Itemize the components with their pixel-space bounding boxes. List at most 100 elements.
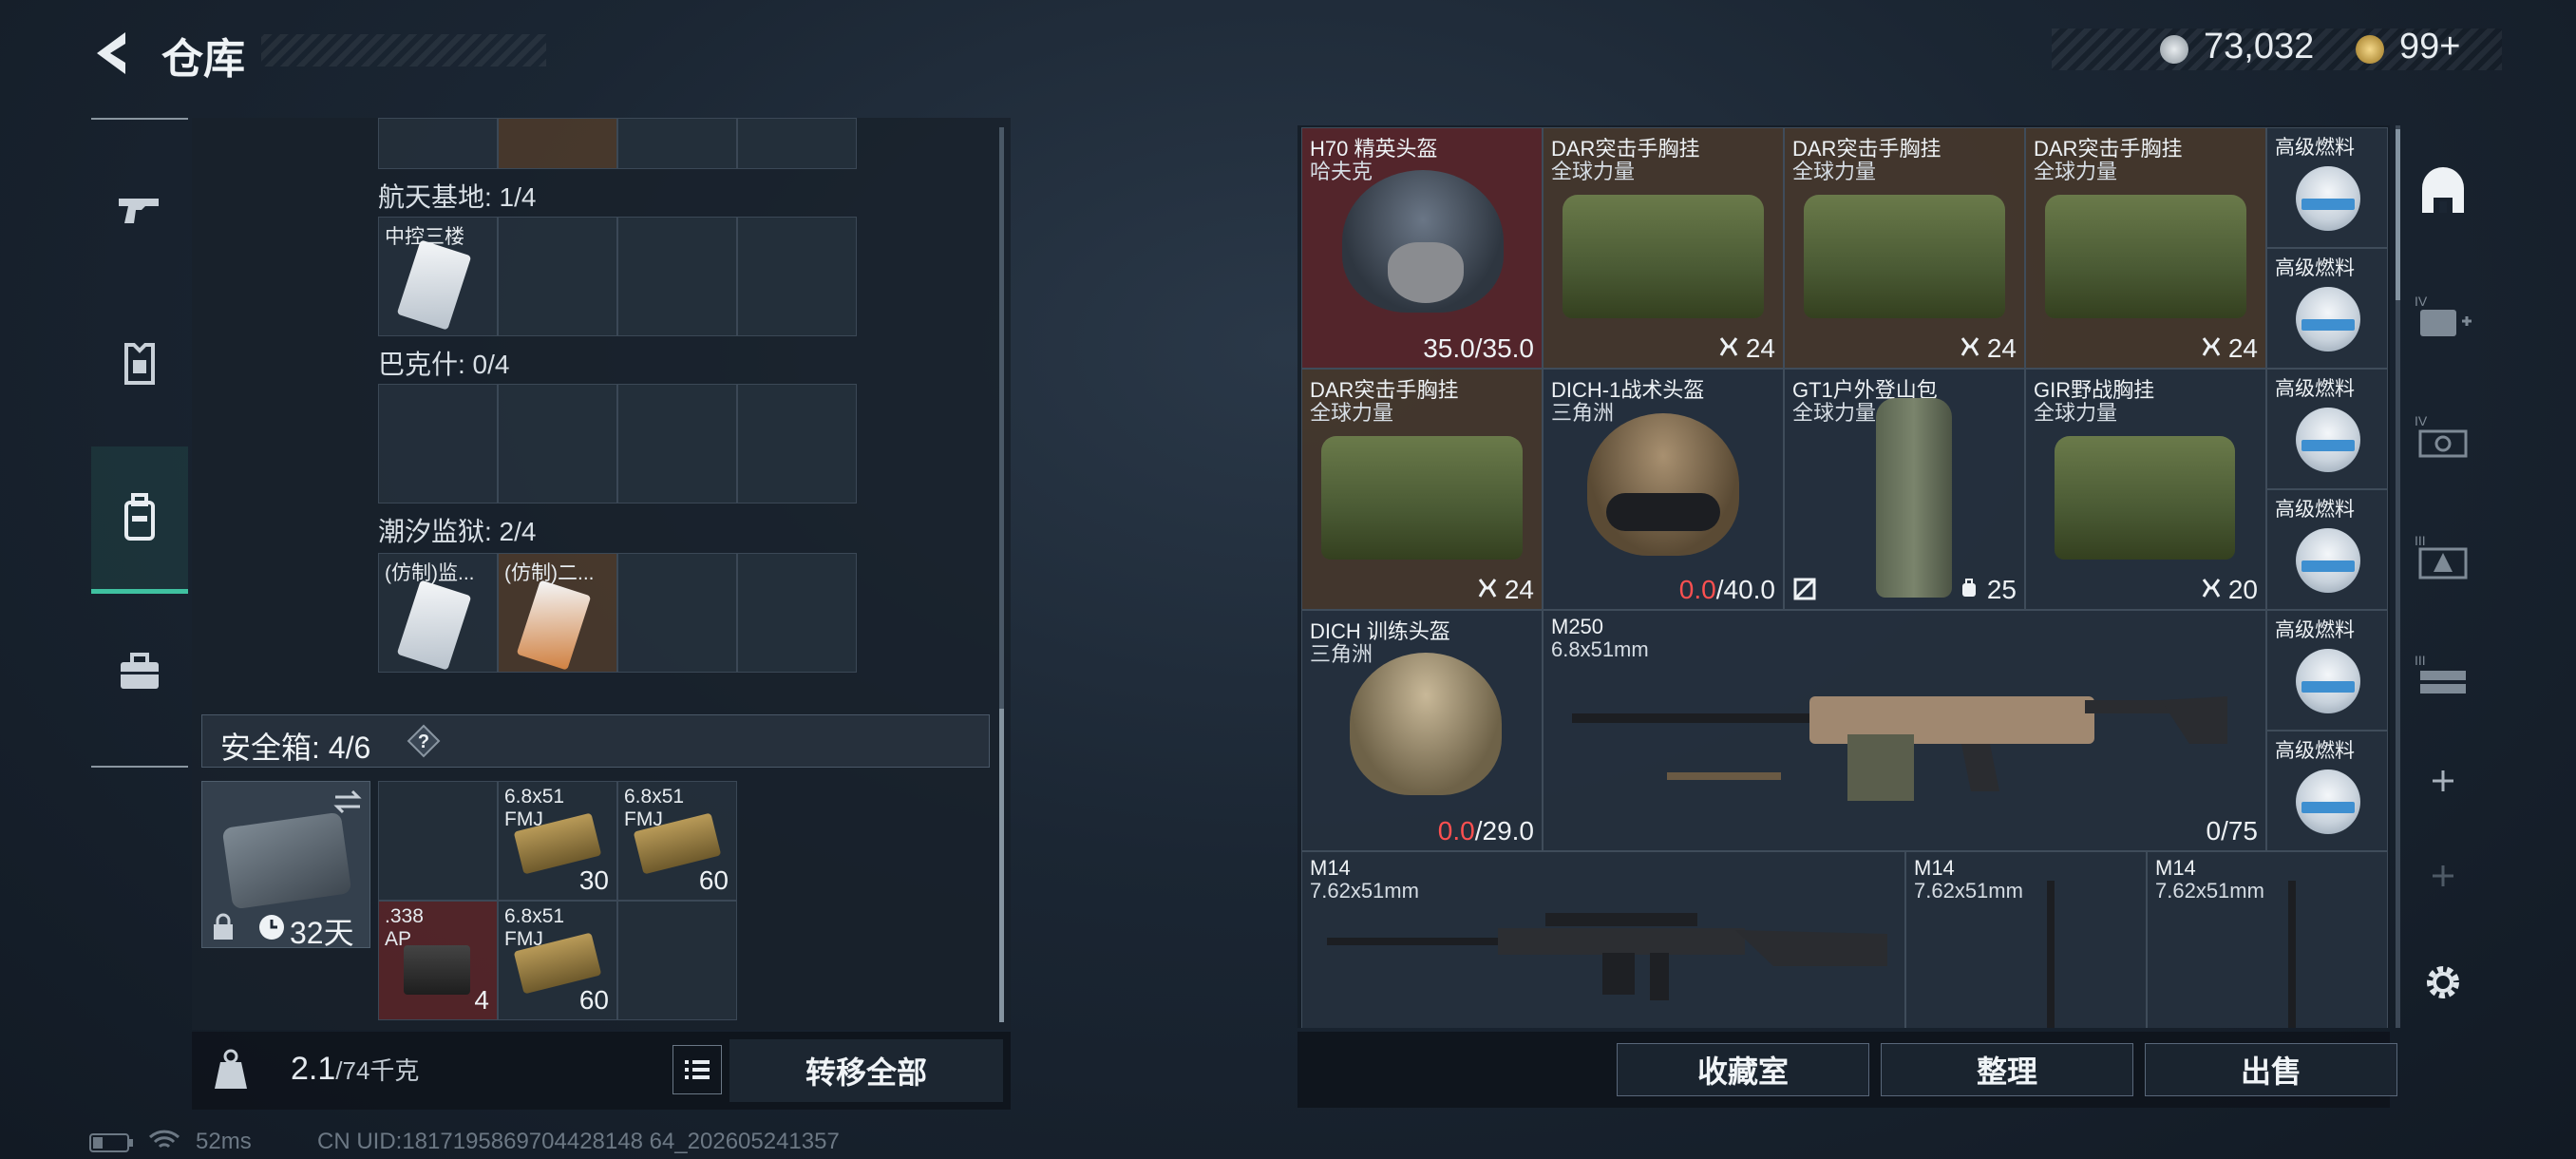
uid-display: CN UID:1817195869704428148 64_2026052413… [317,1129,840,1154]
inventory-item[interactable]: M14 7.62x51mm [1301,851,1905,1028]
inventory-item[interactable]: M14 7.62x51mm [2147,851,2388,1028]
stash-slot[interactable] [617,384,737,504]
transfer-all-button[interactable]: 转移全部 [729,1039,1003,1102]
item-brand: 三角洲 [1551,401,1615,425]
nav-home-base[interactable] [2413,135,2473,249]
item-count: 60 [578,985,609,1015]
stash-slot[interactable] [617,901,737,1020]
key-card-icon [516,580,592,671]
item-name: 高级燃料 [2275,740,2355,762]
key-card-item[interactable]: (仿制)二... [498,553,617,673]
item-capacity: 20 [2202,575,2258,605]
nav-armor-plates[interactable]: III [2413,500,2473,614]
inventory-item[interactable]: DAR突击手胸挂 全球力量 24 [1784,127,2025,369]
fuel-item[interactable]: 高级燃料 [2266,127,2388,248]
safe-box-case-icon [221,811,352,910]
fuel-item[interactable]: 高级燃料 [2266,610,2388,731]
inventory-item[interactable]: DAR突击手胸挂 全球力量 24 [1543,127,1784,369]
nav-toolbox[interactable] [91,600,188,743]
back-button[interactable] [87,27,141,80]
svg-text:IV: IV [2415,294,2428,309]
nav-armor[interactable] [91,293,188,435]
nav-weapons[interactable] [91,139,188,281]
stash-slot[interactable] [617,217,737,336]
item-brand: 全球力量 [1310,401,1394,425]
item-capacity: 24 [1478,575,1534,605]
fuel-can-icon [2296,408,2360,472]
lock-icon [214,913,233,940]
ammo-item[interactable]: 6.8x51 FMJ 60 [498,901,617,1020]
item-name: 高级燃料 [2275,378,2355,400]
stash-slot[interactable] [617,553,737,673]
stash-scrollbar-thumb[interactable] [999,709,1004,1022]
fuel-can-icon [2296,166,2360,231]
fuel-item[interactable]: 高级燃料 [2266,248,2388,369]
ammo-item[interactable]: 6.8x51 FMJ 30 [498,781,617,901]
gold-currency[interactable]: 99+ [2399,27,2460,67]
stash-slot[interactable] [617,118,737,169]
key-card-item[interactable]: 中控三楼 [378,217,498,336]
help-text: ? [418,732,429,752]
fuel-item[interactable]: 高级燃料 [2266,369,2388,489]
inventory-item[interactable]: M250 6.8x51mm 0/75 [1543,610,2266,851]
stash-slot[interactable] [498,384,617,504]
inventory-item[interactable]: DICH 训练头盔 三角洲 0.0/29.0 [1301,610,1543,851]
inventory-item[interactable]: H70 精英头盔 哈夫克 35.0/35.0 [1301,127,1543,369]
back-arrow-icon [97,32,125,74]
sort-button[interactable]: 整理 [1881,1043,2133,1096]
mask-image [1388,242,1464,303]
item-name: 高级燃料 [2275,619,2355,641]
chest-rig-image [1563,195,1764,318]
medkit-icon: IV [2415,294,2472,336]
ammo-item[interactable]: .338 AP 4 [378,901,498,1020]
list-icon [685,1060,710,1079]
helmet-image [1350,653,1502,795]
collection-room-button[interactable]: 收藏室 [1617,1043,1869,1096]
ammo-item[interactable]: 6.8x51 FMJ 60 [617,781,737,901]
stash-slot[interactable] [378,781,498,901]
stash-slot[interactable] [498,118,617,169]
ping-display: 52ms [196,1129,252,1154]
page-title: 仓库 [161,36,245,83]
help-icon[interactable]: ? [407,724,441,758]
helmet-image [1587,413,1739,556]
stash-slot[interactable] [378,118,498,169]
fuel-item[interactable]: 高级燃料 [2266,731,2388,851]
key-card-item[interactable]: (仿制)监... [378,553,498,673]
item-brand: 哈夫克 [1310,160,1373,183]
stash-slot[interactable] [737,553,857,673]
settings-button[interactable] [2413,925,2473,1039]
inventory-scrollbar-thumb[interactable] [2396,129,2400,300]
no-armor-icon [1793,578,1816,600]
fuel-can-icon [2296,770,2360,834]
stash-scrollbar[interactable] [999,127,1004,716]
stash-slot[interactable] [498,217,617,336]
swap-icon[interactable] [331,788,364,816]
list-view-button[interactable] [672,1045,722,1094]
nav-ammo[interactable]: IV [2413,380,2473,494]
fuel-item[interactable]: 高级燃料 [2266,489,2388,610]
stash-slot[interactable] [378,384,498,504]
nav-backpack[interactable] [91,446,188,594]
ammo-box-icon: IV [2415,413,2468,458]
stash-slot[interactable] [737,384,857,504]
inventory-item[interactable]: DAR突击手胸挂 全球力量 24 [1301,369,1543,610]
safe-box-row: .338 AP 4 6.8x51 FMJ 60 [378,901,737,1020]
inventory-item[interactable]: GT1户外登山包 全球力量 25 [1784,369,2025,610]
item-count: 30 [578,865,609,895]
nav-weapon-rack[interactable]: III [2413,619,2473,733]
durability-max: /29.0 [1474,816,1534,846]
capacity-value: 24 [1504,575,1534,604]
backpack-image [1876,398,1952,598]
sell-button[interactable]: 出售 [2145,1043,2397,1096]
nav-medical[interactable]: IV [2413,260,2473,374]
inventory-item[interactable]: M14 7.62x51mm [1905,851,2147,1028]
stash-slot[interactable] [737,118,857,169]
left-category-nav [91,118,188,768]
inventory-item[interactable]: DICH-1战术头盔 三角洲 0.0/40.0 [1543,369,1784,610]
inventory-item[interactable]: GIR野战胸挂 全球力量 20 [2025,369,2266,610]
safe-box[interactable]: 32天 [201,781,370,950]
add-slot-button[interactable] [2413,819,2473,933]
stash-slot[interactable] [737,217,857,336]
inventory-item[interactable]: DAR突击手胸挂 全球力量 24 [2025,127,2266,369]
